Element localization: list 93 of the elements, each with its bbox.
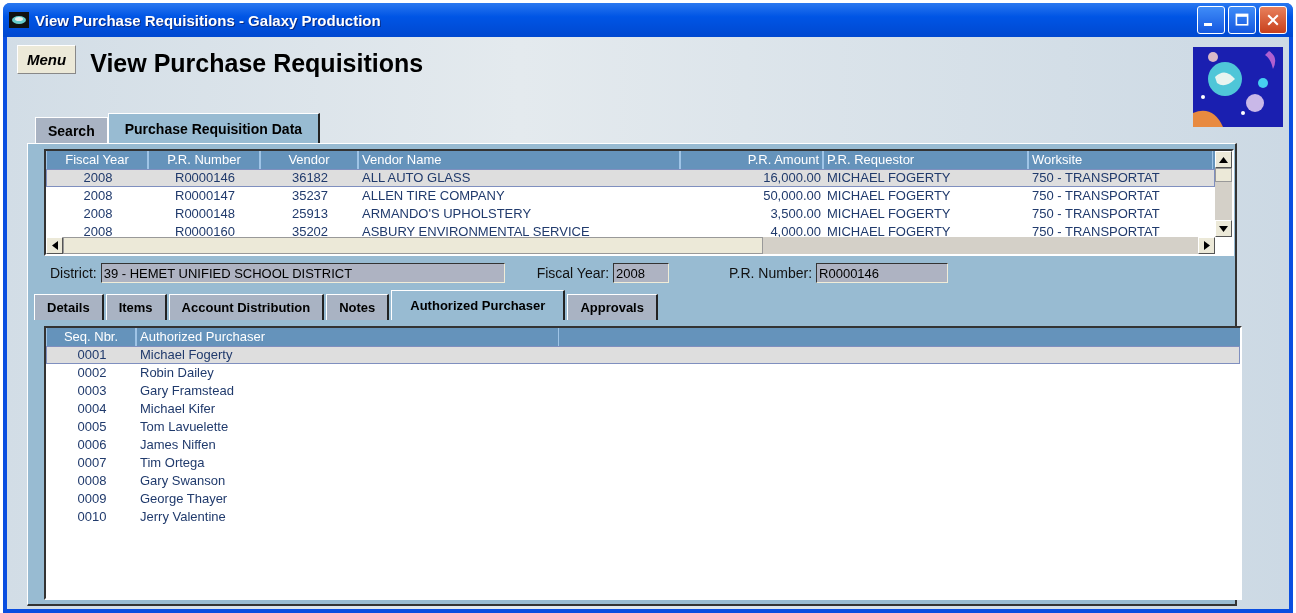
table-cell-text: 2008	[82, 224, 114, 237]
table-cell-text: Tom Lavuelette	[139, 419, 230, 435]
list-row[interactable]: 0007 Tim Ortega	[46, 454, 1240, 472]
table-cell-text: 0004	[76, 401, 108, 417]
field-label: Fiscal Year:	[536, 265, 610, 281]
text-field[interactable]: 2008	[613, 263, 670, 283]
table-cell-text: MICHAEL FOGERTY	[826, 206, 952, 222]
table-cell-text: James Niffen	[139, 437, 217, 453]
table-cell-text: 0008	[76, 473, 108, 489]
table-cell-text: Michael Kifer	[139, 401, 217, 417]
table-cell-text: 0002	[76, 365, 108, 381]
table-cell-text: 0005	[76, 419, 108, 435]
table-cell-text: 0009	[76, 491, 108, 507]
table-row[interactable]: 2008 R0000160 35202 ASBURY ENVIRONMENTAL SERVICE 4,000.00 MICHAEL FOGERTY 750 - TRANSPORTAT	[46, 223, 1215, 237]
table-cell-text: R0000147	[174, 188, 236, 204]
tab[interactable]: Details	[34, 294, 104, 320]
table-cell-text: Jerry Valentine	[139, 509, 227, 525]
scroll-thumb[interactable]	[1215, 168, 1232, 182]
up-arrow-icon	[1219, 156, 1228, 163]
table-cell-text: R0000148	[174, 206, 236, 222]
table-cell-text: 0006	[76, 437, 108, 453]
down-arrow-icon	[1219, 225, 1228, 232]
table-cell-text: ASBURY ENVIRONMENTAL SERVICE	[361, 224, 591, 237]
table-cell-text: 25913	[290, 206, 330, 222]
table-cell-text: 750 - TRANSPORTAT	[1031, 224, 1161, 237]
table-cell-text: 0010	[76, 509, 108, 525]
tab[interactable]: Approvals	[567, 294, 658, 320]
tab[interactable]: Authorized Purchaser	[391, 290, 566, 320]
table-cell-text: 750 - TRANSPORTAT	[1031, 206, 1161, 222]
table-cell-text: ALLEN TIRE COMPANY	[361, 188, 506, 204]
table-cell-text: 0001	[76, 347, 108, 363]
page-heading: View Purchase Requisitions	[90, 49, 424, 78]
field-label: P.R. Number:	[729, 265, 813, 281]
table-row[interactable]: 2008 R0000147 35237 ALLEN TIRE COMPANY 50,000.00 MICHAEL FOGERTY 750 - TRANSPORTAT	[46, 187, 1215, 205]
list-row[interactable]: 0001 Michael Fogerty	[46, 346, 1240, 364]
table-cell-text: 2008	[82, 188, 114, 204]
menu-button[interactable]: Menu	[17, 45, 77, 74]
list-row[interactable]: 0008 Gary Swanson	[46, 472, 1240, 490]
list-row[interactable]: 0003 Gary Framstead	[46, 382, 1240, 400]
table-cell-text: Gary Swanson	[139, 473, 227, 489]
table-cell-text: ALL AUTO GLASS	[361, 170, 472, 186]
text-field[interactable]: 39 - HEMET UNIFIED SCHOOL DISTRICT	[100, 263, 505, 283]
minimize-button[interactable]	[1197, 6, 1225, 34]
left-arrow-icon	[51, 241, 58, 250]
app-icon	[9, 12, 29, 28]
table-cell-text: Tim Ortega	[139, 455, 206, 471]
table-cell-text: 36182	[290, 170, 330, 186]
table-cell-text: George Thayer	[139, 491, 229, 507]
tab[interactable]: Items	[105, 294, 167, 320]
table-cell-text: 0007	[76, 455, 108, 471]
table-row[interactable]: 2008 R0000146 36182 ALL AUTO GLASS 16,000.00 MICHAEL FOGERTY 750 - TRANSPORTAT	[46, 169, 1215, 187]
tab[interactable]: Search	[35, 117, 108, 143]
right-arrow-icon	[1203, 241, 1210, 250]
table-cell-text: Robin Dailey	[139, 365, 215, 381]
tab[interactable]: Purchase Requisition Data	[107, 113, 321, 143]
table-cell-text: R0000160	[174, 224, 236, 237]
table-cell-text: Gary Framstead	[139, 383, 235, 399]
tab[interactable]: Account Distribution	[168, 294, 325, 320]
table-cell-text: MICHAEL FOGERTY	[826, 224, 952, 237]
table-cell-text: 2008	[82, 170, 114, 186]
window-title: View Purchase Requisitions - Galaxy Production	[35, 11, 381, 29]
table-cell-text: 50,000.00	[762, 188, 822, 204]
table-cell-text: R0000146	[174, 170, 236, 186]
list-row[interactable]: 0004 Michael Kifer	[46, 400, 1240, 418]
table-cell-text: 750 - TRANSPORTAT	[1031, 188, 1161, 204]
table-row[interactable]: 2008 R0000148 25913 ARMANDO'S UPHOLSTERY 3,500.00 MICHAEL FOGERTY 750 - TRANSPORTAT	[46, 205, 1215, 223]
text-field[interactable]: R0000146	[816, 263, 949, 283]
table-cell-text: 16,000.00	[762, 170, 822, 186]
list-row[interactable]: 0006 James Niffen	[46, 436, 1240, 454]
vertical-scrollbar[interactable]	[1215, 151, 1232, 237]
table-cell-text: 35237	[290, 188, 330, 204]
table-cell-text: MICHAEL FOGERTY	[826, 170, 952, 186]
table-cell-text: 0003	[76, 383, 108, 399]
table-cell-text: 750 - TRANSPORTAT	[1031, 170, 1161, 186]
table-cell-text: 35202	[290, 224, 330, 237]
list-row[interactable]: 0005 Tom Lavuelette	[46, 418, 1240, 436]
table-cell-text: ARMANDO'S UPHOLSTERY	[361, 206, 533, 222]
table-cell-text: 2008	[82, 206, 114, 222]
minimize-icon	[1204, 22, 1212, 26]
table-cell-text: Michael Fogerty	[139, 347, 234, 363]
list-row[interactable]: 0002 Robin Dailey	[46, 364, 1240, 382]
table-cell-text: MICHAEL FOGERTY	[826, 188, 952, 204]
maximize-icon	[1234, 12, 1250, 28]
field-label: District:	[50, 265, 97, 281]
horizontal-scrollbar[interactable]	[46, 237, 1215, 254]
close-button[interactable]	[1259, 6, 1287, 34]
close-icon	[1265, 12, 1281, 28]
list-row[interactable]: 0009 George Thayer	[46, 490, 1240, 508]
maximize-button[interactable]	[1228, 6, 1256, 34]
list-row[interactable]: 0010 Jerry Valentine	[46, 508, 1240, 526]
table-cell-text: 3,500.00	[769, 206, 822, 222]
table-cell-text: 4,000.00	[769, 224, 822, 237]
tab[interactable]: Notes	[326, 294, 390, 320]
